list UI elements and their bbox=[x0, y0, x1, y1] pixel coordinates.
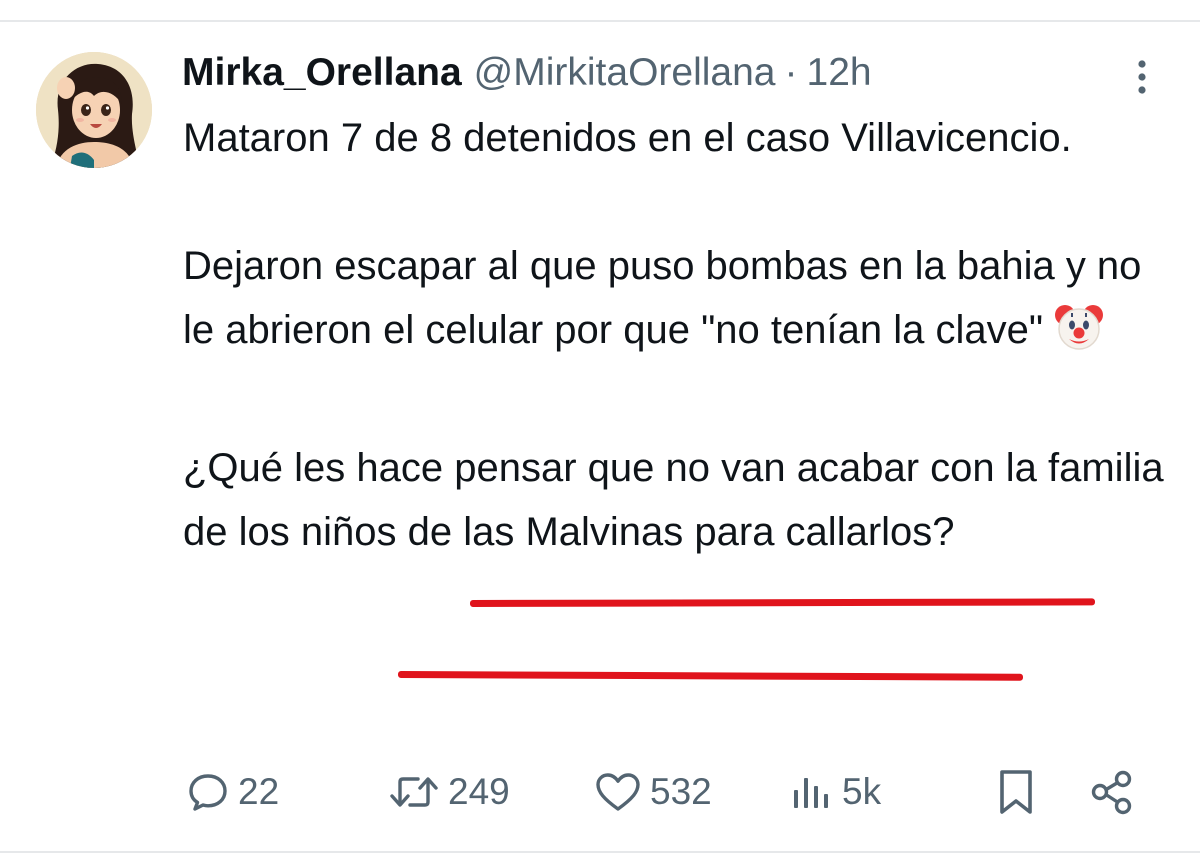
tweet-text: Mataron 7 de 8 detenidos en el caso Vill… bbox=[183, 106, 1173, 564]
share-icon bbox=[1091, 770, 1132, 815]
red-underline-annotation bbox=[397, 671, 1024, 681]
retweet-button[interactable]: 249 bbox=[388, 760, 510, 824]
views-button[interactable]: 5k bbox=[790, 760, 881, 824]
bookmark-button[interactable] bbox=[996, 760, 1036, 824]
avatar-image bbox=[36, 52, 152, 168]
tweet-action-bar: 22 249 532 5k bbox=[0, 760, 1200, 824]
red-underline-annotation bbox=[469, 598, 1096, 607]
retweet-icon bbox=[390, 777, 438, 807]
tweet-timestamp[interactable]: 12h bbox=[807, 51, 872, 95]
heart-icon bbox=[596, 773, 640, 811]
tweet-paragraph-1: Mataron 7 de 8 detenidos en el caso Vill… bbox=[183, 116, 1072, 160]
more-vertical-icon bbox=[1138, 60, 1146, 94]
views-count: 5k bbox=[842, 771, 882, 812]
retweet-count: 249 bbox=[448, 771, 510, 812]
tweet-header: Mirka_Orellana @MirkitaOrellana · 12h bbox=[182, 48, 872, 98]
author-display-name[interactable]: Mirka_Orellana bbox=[182, 51, 462, 95]
reply-button[interactable]: 22 bbox=[186, 760, 279, 824]
header-separator: · bbox=[784, 51, 798, 94]
bottom-divider bbox=[0, 851, 1200, 853]
comment-icon bbox=[189, 774, 227, 811]
bookmark-icon bbox=[1000, 770, 1032, 814]
like-count: 532 bbox=[650, 771, 712, 812]
reply-count: 22 bbox=[238, 771, 280, 812]
tweet-paragraph-3: ¿Qué les hace pensar que no van acabar c… bbox=[183, 446, 1164, 554]
avatar[interactable] bbox=[36, 52, 152, 168]
tweet-paragraph-2: Dejaron escapar al que puso bombas en la… bbox=[183, 234, 1173, 372]
bar-chart-icon bbox=[794, 778, 828, 808]
clown-face-emoji bbox=[1053, 301, 1105, 372]
like-button[interactable]: 532 bbox=[594, 760, 712, 824]
author-handle[interactable]: @MirkitaOrellana bbox=[474, 51, 776, 95]
more-options-button[interactable] bbox=[1124, 56, 1160, 100]
share-button[interactable] bbox=[1088, 760, 1136, 824]
top-divider bbox=[0, 20, 1200, 22]
